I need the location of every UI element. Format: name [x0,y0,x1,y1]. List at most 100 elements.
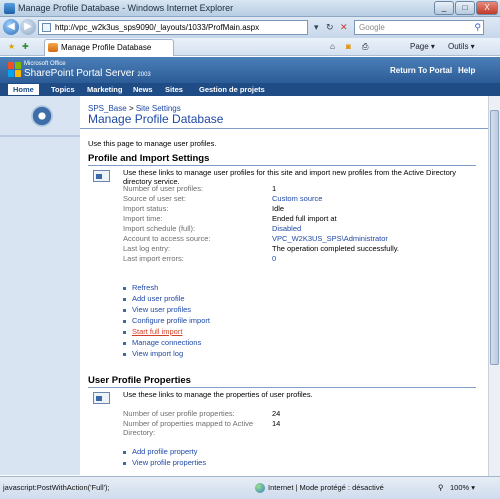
address-text: http://vpc_w2k3us_sps9090/_layouts/1033/… [55,23,260,32]
page-intro: Use this page to manage user profiles. [88,139,217,148]
internet-zone-globe-icon [255,483,265,493]
profile-action-label: View user profiles [132,305,192,314]
nav-marketing[interactable]: Marketing [82,84,127,95]
bullet-icon [123,308,126,312]
vertical-scrollbar[interactable] [488,96,500,476]
profile-setting-value: Idle [272,204,285,213]
property-count-value: 24 [272,409,281,418]
status-text: javascript:PostWithAction('Full'); [3,483,110,492]
help-link[interactable]: Help [458,66,475,75]
tools-menu-label: Outils [448,42,469,51]
view-profile-properties-link[interactable]: View profile properties [123,458,206,467]
nav-home[interactable]: Home [8,84,39,95]
profile-action-label: Refresh [132,283,159,292]
brand-microsoft-office: Microsoft Office [24,61,66,67]
nav-gestion-de-projets[interactable]: Gestion de projets [194,84,270,95]
profile-setting-label: Import status: [123,204,169,213]
minimize-button[interactable]: _ [434,1,454,15]
profile-setting-link[interactable]: Disabled [272,224,301,233]
profile-setting-label: Import schedule (full): [123,224,196,233]
bullet-icon [123,297,126,301]
nav-sites[interactable]: Sites [160,84,188,95]
bullet-icon [123,352,126,356]
tab-manage-profile-database[interactable]: Manage Profile Database [44,39,174,56]
properties-section-icon [93,392,110,404]
sharepoint-tab-icon [48,43,58,52]
title-divider [80,128,488,129]
add-profile-property-link[interactable]: Add profile property [123,447,197,456]
status-bar: javascript:PostWithAction('Full'); Inter… [0,476,500,499]
home-icon[interactable]: ⌂ [330,41,335,53]
properties-section-divider [88,387,476,388]
profile-action-label: View import log [132,349,184,358]
profile-section-divider [88,165,476,166]
top-navigation: Home Topics Marketing News Sites Gestion… [0,83,500,96]
bullet-icon [123,319,126,323]
configure-profile-import-link[interactable]: Configure profile import [123,316,210,325]
bullet-icon [123,341,126,345]
profile-setting-link[interactable]: 0 [272,254,276,263]
profile-section-icon [93,170,110,182]
forward-button[interactable]: ▶ [20,19,36,35]
profile-action-label: Configure profile import [132,316,210,325]
bullet-icon [123,286,126,290]
feeds-icon[interactable]: ◙ [346,41,351,53]
add-user-profile-link[interactable]: Add user profile [123,294,185,303]
property-count-label: Number of user profile properties: [123,409,235,418]
profile-setting-label: Last log entry: [123,244,171,253]
stop-icon[interactable]: ✕ [340,22,348,33]
refresh-icon[interactable]: ↻ [326,22,334,33]
search-placeholder: Google [359,23,385,32]
profile-setting-label: Number of user profiles: [123,184,204,193]
manage-connections-link[interactable]: Manage connections [123,338,201,347]
profile-setting-value: Ended full import at [272,214,337,223]
brand-product-name: SharePoint Portal Server [24,68,135,79]
bullet-icon [123,330,126,334]
mapped-properties-label: Number of properties mapped to Active Di… [123,419,254,437]
ie-app-icon [4,3,15,14]
profile-setting-value: The operation completed successfully. [272,244,400,253]
start-full-import-link[interactable]: Start full import [123,327,182,336]
view-user-profiles-link[interactable]: View user profiles [123,305,191,314]
search-input[interactable]: Google ⚲ [354,20,484,35]
tools-menu[interactable]: Outils ▾ [448,41,475,53]
security-zone[interactable]: Internet | Mode protégé : désactivé [268,483,384,492]
page-menu[interactable]: Page ▾ [410,41,435,53]
sharepoint-header: Microsoft Office SharePoint Portal Serve… [0,57,500,83]
profile-setting-link[interactable]: VPC_W2K3US_SPS\Administrator [272,234,388,243]
brand-product: SharePoint Portal Server 2003 [24,68,151,79]
profile-setting-value: 1 [272,184,277,193]
tab-toolbar-row: ★ ✚ Manage Profile Database ⌂ ◙ ⎙ Page ▾… [0,38,500,56]
address-bar-row: ◀ ▶ http://vpc_w2k3us_sps9090/_layouts/1… [0,17,500,38]
profile-section-title: Profile and Import Settings [88,153,210,164]
tab-label: Manage Profile Database [61,43,152,52]
search-icon[interactable]: ⚲ [474,21,481,34]
properties-section-title: User Profile Properties [88,375,191,386]
zoom-level[interactable]: 100% ▾ [450,483,475,492]
back-button[interactable]: ◀ [3,19,19,35]
site-settings-gear-icon [31,105,53,127]
profile-action-label: Start full import [132,327,183,336]
nav-topics[interactable]: Topics [46,84,80,95]
profile-action-label: Manage connections [132,338,202,347]
dropdown-arrow-icon[interactable]: ▾ [314,22,319,33]
print-icon[interactable]: ⎙ [362,41,368,53]
office-logo-icon [8,62,21,77]
nav-news[interactable]: News [128,84,158,95]
scrollbar-thumb[interactable] [490,110,499,365]
profile-action-label: Add user profile [132,294,185,303]
address-input[interactable]: http://vpc_w2k3us_sps9090/_layouts/1033/… [38,20,308,35]
return-to-portal-link[interactable]: Return To Portal [390,66,452,75]
refresh-link[interactable]: Refresh [123,283,158,292]
window-title-bar: Manage Profile Database - Windows Intern… [0,0,500,17]
left-panel-divider [0,135,80,137]
brand-year: 2003 [137,72,151,78]
maximize-button[interactable]: □ [455,1,475,15]
view-import-log-link[interactable]: View import log [123,349,183,358]
profile-setting-link[interactable]: Custom source [272,194,322,203]
page-menu-label: Page [410,42,429,51]
close-button[interactable]: X [476,1,498,15]
add-favorite-icon[interactable]: ✚ [22,41,29,53]
favorites-star-icon[interactable]: ★ [8,41,15,53]
page-title: Manage Profile Database [88,112,224,126]
